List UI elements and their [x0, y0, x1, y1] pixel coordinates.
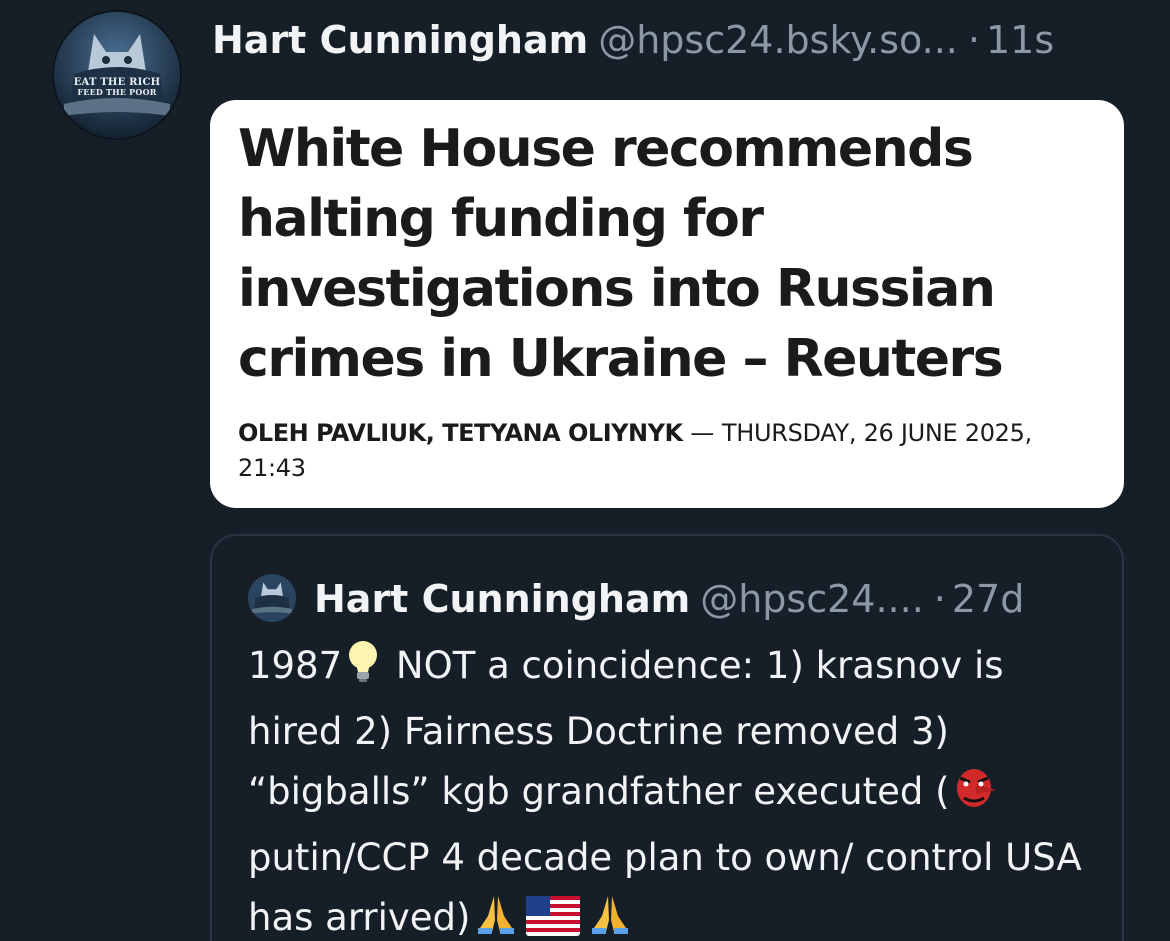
quoted-text-year: 1987 [248, 644, 343, 687]
byline-dash: — [682, 419, 722, 447]
author-avatar[interactable]: EAT THE RICH FEED THE POOR [54, 12, 180, 138]
quoted-author-name[interactable]: Hart Cunningham [314, 577, 690, 621]
post-header: Hart Cunningham @hpsc24.bsky.so... · 11s [212, 12, 1142, 68]
avatar-cap-line2: FEED THE POOR [77, 87, 157, 97]
post[interactable]: EAT THE RICH FEED THE POOR Hart Cunningh… [0, 0, 1170, 941]
quoted-author-handle[interactable]: @hpsc24.... [700, 577, 924, 621]
quoted-post-text: 1987 NOT a coincidence: 1) krasnov is hi… [248, 636, 1098, 941]
quoted-separator-dot: · [933, 577, 946, 621]
quoted-author-avatar[interactable] [248, 574, 296, 622]
folded-hands-icon [588, 892, 632, 941]
quoted-timestamp[interactable]: 27d [952, 577, 1024, 621]
article-byline: OLEH PAVLIUK, TETYANA OLIYNYK — THURSDAY… [238, 416, 1088, 486]
cat-cap-icon [54, 12, 180, 138]
separator-dot: · [967, 18, 980, 62]
light-bulb-icon [346, 640, 380, 702]
author-handle[interactable]: @hpsc24.bsky.so... [598, 18, 958, 62]
tengu-mask-icon [954, 766, 998, 828]
folded-hands-icon [474, 892, 518, 941]
article-image-card[interactable]: White House recommends halting funding f… [210, 100, 1124, 508]
quoted-post[interactable]: Hart Cunningham @hpsc24.... · 27d 1987 NOT … [210, 534, 1124, 941]
cat-cap-icon [248, 574, 296, 622]
article-headline: White House recommends halting funding f… [238, 119, 1004, 389]
author-name[interactable]: Hart Cunningham [212, 18, 588, 62]
post-timestamp[interactable]: 11s [986, 18, 1054, 62]
byline-authors: OLEH PAVLIUK, TETYANA OLIYNYK [238, 419, 683, 447]
quoted-post-header: Hart Cunningham @hpsc24.... · 27d [314, 574, 1024, 624]
us-flag-icon [526, 894, 581, 941]
quoted-text-ending: putin/CCP 4 decade plan to own/ control … [248, 836, 1082, 939]
